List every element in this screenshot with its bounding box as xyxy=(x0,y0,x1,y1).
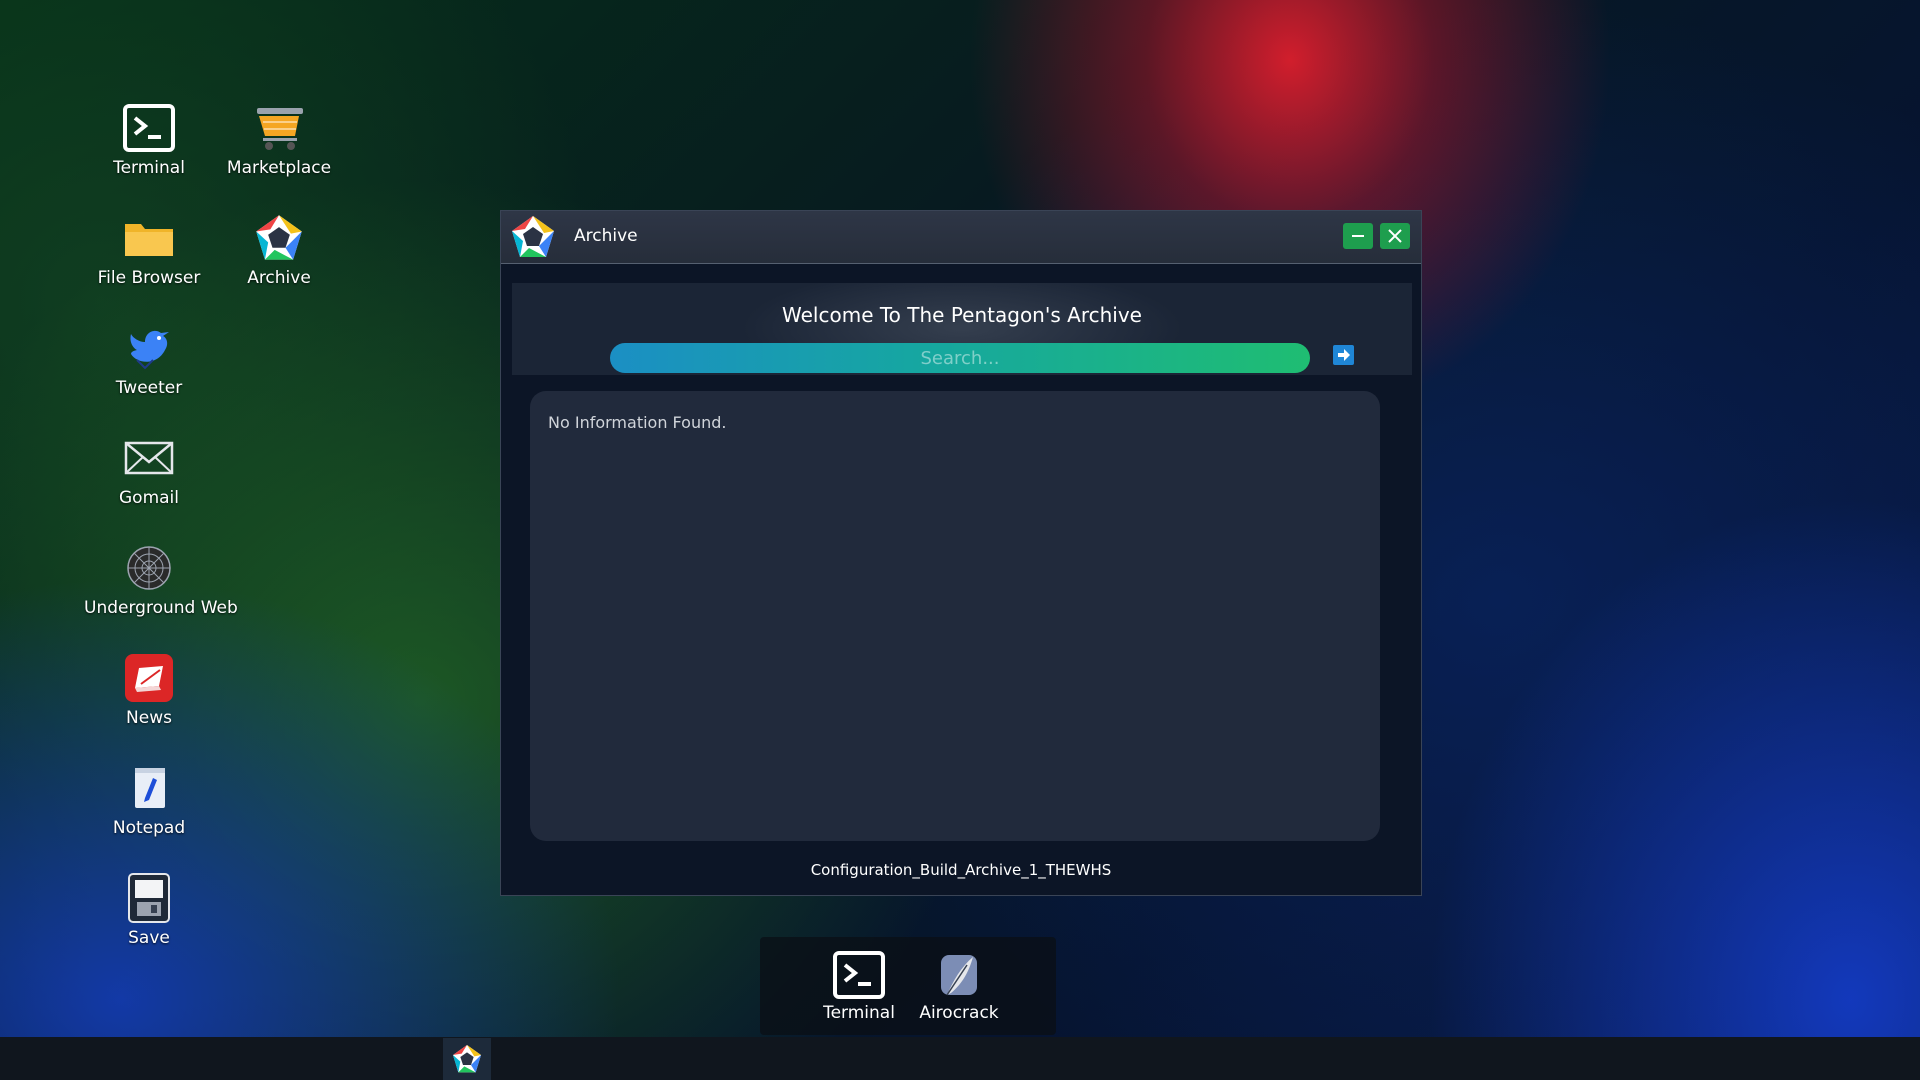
envelope-icon xyxy=(124,441,174,475)
arrow-right-icon xyxy=(1337,349,1350,361)
desktop-icon-save[interactable]: Save xyxy=(84,872,214,948)
desktop-icon-label: Underground Web xyxy=(84,598,238,618)
minimize-icon xyxy=(1352,235,1364,237)
desktop-icon-label: Notepad xyxy=(112,818,186,838)
search-submit-button[interactable] xyxy=(1333,345,1354,365)
archive-heading: Welcome To The Pentagon's Archive xyxy=(782,303,1142,327)
terminal-icon xyxy=(123,102,175,154)
desktop-icon-underground-web[interactable]: Underground Web xyxy=(84,542,238,618)
dock-item-label: Airocrack xyxy=(919,1003,999,1023)
dock-item-terminal[interactable]: Terminal xyxy=(809,951,909,1023)
desktop-icon-label: Save xyxy=(128,928,170,948)
notepad-icon xyxy=(135,768,165,808)
desktop-icon-marketplace[interactable]: Marketplace xyxy=(214,102,344,178)
taskbar-item-archive[interactable] xyxy=(443,1038,491,1080)
dock: Terminal Airocrack xyxy=(760,937,1056,1035)
results-panel: No Information Found. xyxy=(530,391,1380,841)
window-titlebar[interactable]: Archive xyxy=(501,211,1421,264)
minimize-button[interactable] xyxy=(1343,223,1373,249)
close-button[interactable] xyxy=(1380,223,1410,249)
archive-window: Archive Welcome To The Pentagon's Archiv… xyxy=(500,210,1422,896)
results-message: No Information Found. xyxy=(548,413,727,432)
news-icon xyxy=(125,654,173,702)
desktop-icon-label: Archive xyxy=(247,268,311,288)
spiderweb-icon xyxy=(127,546,171,590)
desktop-icon-notepad[interactable]: Notepad xyxy=(84,762,214,838)
pentagon-logo-icon xyxy=(509,213,557,261)
pentagon-logo-icon xyxy=(451,1043,483,1075)
folder-icon xyxy=(125,224,173,256)
desktop-icon-terminal[interactable]: Terminal xyxy=(84,102,214,178)
search-input[interactable] xyxy=(610,343,1310,373)
desktop-icon-label: Marketplace xyxy=(226,158,332,178)
build-label: Configuration_Build_Archive_1_THEWHS xyxy=(810,861,1112,879)
feather-icon xyxy=(941,955,977,996)
desktop-icon-label: Terminal xyxy=(113,158,185,178)
window-title: Archive xyxy=(574,226,638,246)
pentagon-logo-icon xyxy=(253,212,305,264)
desktop-icon-news[interactable]: News xyxy=(84,652,214,728)
archive-banner: Welcome To The Pentagon's Archive xyxy=(512,283,1412,375)
desktop-icon-archive[interactable]: Archive xyxy=(214,212,344,288)
desktop-icon-gomail[interactable]: Gomail xyxy=(84,432,214,508)
cart-icon xyxy=(257,108,303,150)
dock-item-airocrack[interactable]: Airocrack xyxy=(909,951,1009,1023)
desktop-icon-label: Gomail xyxy=(119,488,179,508)
close-icon xyxy=(1388,229,1402,243)
desktop-icon-tweeter[interactable]: Tweeter xyxy=(84,322,214,398)
desktop-icon-file-browser[interactable]: File Browser xyxy=(84,212,214,288)
bird-icon xyxy=(130,330,169,370)
taskbar xyxy=(0,1037,1920,1080)
desktop-icon-label: News xyxy=(126,708,172,728)
terminal-icon xyxy=(833,951,885,999)
desktop-icon-label: Tweeter xyxy=(115,378,183,398)
save-icon xyxy=(128,873,170,923)
dock-item-label: Terminal xyxy=(823,1003,895,1023)
desktop-icon-label: File Browser xyxy=(97,268,201,288)
